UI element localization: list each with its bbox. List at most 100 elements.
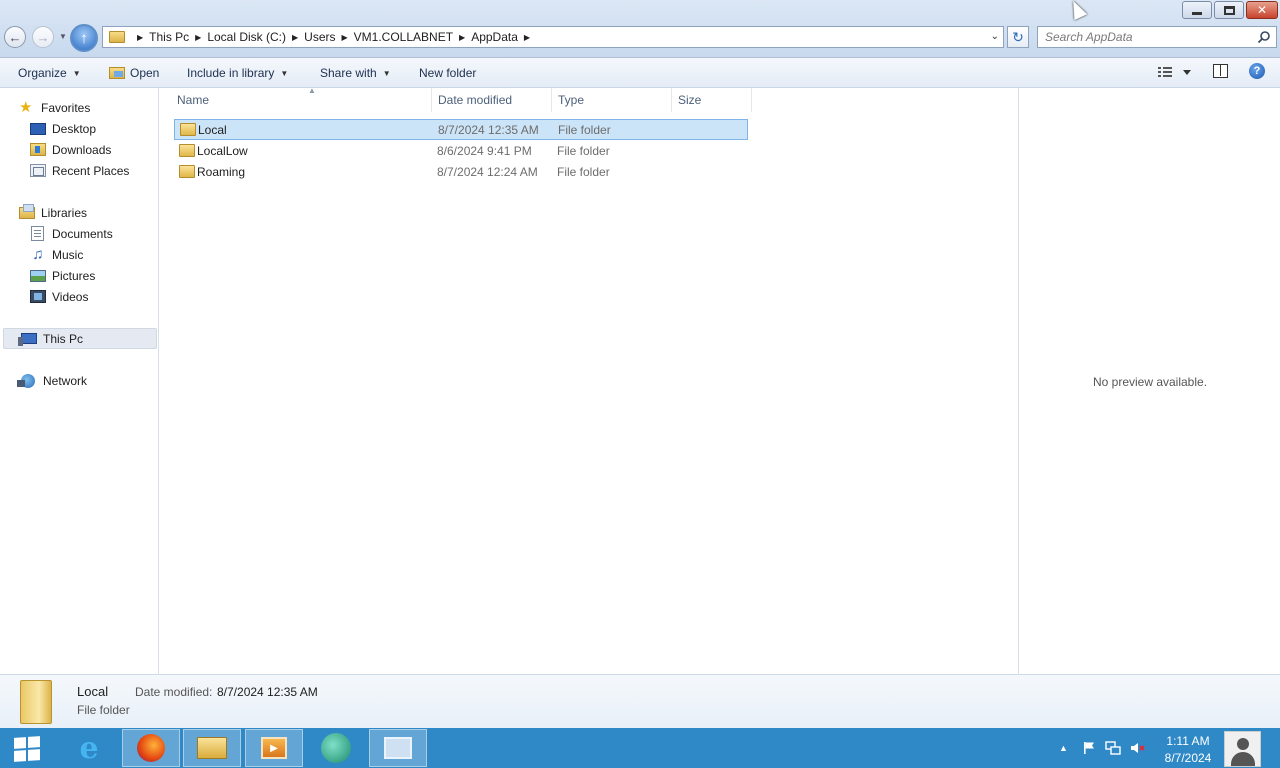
window-controls: ✕ (1182, 1, 1278, 19)
folder-icon (20, 680, 52, 724)
organize-label: Organize (18, 66, 67, 80)
close-button[interactable]: ✕ (1246, 1, 1278, 19)
back-button[interactable]: ← (4, 26, 26, 48)
details-name: Local (77, 684, 109, 699)
nav-this-pc[interactable]: This Pc (3, 328, 157, 349)
clock-time: 1:11 AM (1166, 734, 1210, 748)
search-icon[interactable] (1257, 30, 1271, 44)
help-icon[interactable]: ? (1249, 63, 1265, 79)
user-avatar[interactable] (1224, 731, 1261, 767)
table-row[interactable]: Roaming 8/7/2024 12:24 AM File folder (174, 161, 748, 182)
nav-music[interactable]: ♫ Music (30, 244, 83, 265)
taskbar-internet-explorer[interactable]: e (60, 729, 118, 767)
taskbar-clock[interactable]: 1:11 AM 8/7/2024 (1158, 733, 1218, 767)
nav-videos[interactable]: Videos (30, 286, 88, 307)
chevron-right-icon[interactable]: ▶ (195, 33, 201, 42)
new-folder-button[interactable]: New folder (419, 58, 476, 88)
computer-icon (18, 333, 37, 346)
chevron-right-icon[interactable]: ▶ (342, 33, 348, 42)
nav-pictures[interactable]: Pictures (30, 265, 95, 286)
nav-label: Pictures (52, 268, 96, 283)
organize-button[interactable]: Organize ▼ (18, 58, 81, 88)
arrow-left-icon: ← (8, 29, 22, 45)
change-view-icon[interactable] (1158, 66, 1192, 78)
taskbar-server-manager[interactable] (369, 729, 427, 767)
breadcrumb-users[interactable]: Users (304, 30, 335, 44)
server-manager-icon (384, 737, 412, 759)
column-label: Type (558, 93, 585, 107)
app-icon (321, 733, 351, 763)
restore-button[interactable] (1214, 1, 1244, 19)
start-button[interactable] (14, 736, 40, 762)
chevron-down-icon: ▼ (280, 68, 289, 78)
taskbar-file-explorer[interactable] (183, 729, 241, 767)
sort-up-icon: ▲ (308, 86, 316, 95)
open-label: Open (130, 66, 160, 80)
preview-pane: No preview available. (1018, 88, 1280, 674)
breadcrumb-appdata[interactable]: AppData (471, 30, 518, 44)
nav-network[interactable]: Network (17, 370, 87, 391)
column-header-date-modified[interactable]: Date modified (432, 88, 552, 112)
share-with-button[interactable]: Share with ▼ (320, 58, 391, 88)
column-label: Name (177, 93, 210, 107)
chevron-right-icon[interactable]: ▶ (524, 33, 530, 42)
restore-icon (1223, 5, 1235, 15)
taskbar: e ▶ ▲ 1:11 AM 8/7/2024 (0, 728, 1280, 768)
chevron-right-icon[interactable]: ▶ (459, 33, 465, 42)
action-center-icon[interactable] (1082, 728, 1096, 768)
taskbar-green-app[interactable] (307, 729, 365, 767)
recent-places-icon (30, 164, 46, 177)
recent-locations-button[interactable]: ▼ (58, 30, 68, 42)
address-dropdown-icon[interactable]: ⌄ (991, 31, 999, 42)
show-hidden-icons-button[interactable]: ▲ (1059, 728, 1068, 768)
nav-label: Recent Places (52, 163, 130, 178)
search-box[interactable] (1037, 26, 1277, 48)
close-icon: ✕ (1256, 3, 1268, 17)
nav-label: Documents (52, 226, 113, 241)
nav-documents[interactable]: Documents (30, 223, 113, 244)
nav-label: This Pc (43, 331, 84, 346)
breadcrumb-user[interactable]: VM1.COLLABNET (354, 30, 453, 44)
nav-desktop[interactable]: Desktop (30, 118, 96, 139)
network-tray-icon[interactable] (1105, 728, 1121, 768)
preview-pane-icon[interactable] (1213, 64, 1228, 78)
breadcrumb-this-pc[interactable]: This Pc (149, 30, 189, 44)
network-icon (17, 373, 35, 388)
file-name: LocalLow (197, 143, 248, 158)
nav-label: Videos (52, 289, 89, 304)
refresh-button[interactable]: ↻ (1007, 26, 1029, 48)
chevron-right-icon[interactable]: ▶ (292, 33, 298, 42)
folder-icon (109, 31, 125, 43)
forward-button[interactable]: → (32, 26, 54, 48)
nav-label: Desktop (52, 121, 97, 136)
media-player-icon: ▶ (261, 737, 287, 759)
table-row[interactable]: LocalLow 8/6/2024 9:41 PM File folder (174, 140, 748, 161)
pictures-icon (30, 269, 46, 282)
taskbar-firefox[interactable] (122, 729, 180, 767)
column-label: Size (678, 93, 702, 107)
open-button[interactable]: Open (109, 58, 159, 88)
include-in-library-button[interactable]: Include in library ▼ (187, 58, 288, 88)
nav-downloads[interactable]: Downloads (30, 139, 111, 160)
chevron-right-icon[interactable]: ▶ (137, 33, 143, 42)
file-name: Roaming (197, 164, 246, 179)
search-input[interactable] (1038, 27, 1248, 47)
up-button[interactable]: ↑ (70, 24, 98, 52)
column-header-type[interactable]: Type (552, 88, 672, 112)
breadcrumb-local-disk[interactable]: Local Disk (C:) (207, 30, 286, 44)
volume-muted-icon[interactable] (1130, 728, 1146, 768)
address-bar[interactable]: ▶ This Pc ▶ Local Disk (C:) ▶ Users ▶ VM… (102, 26, 1004, 48)
minimize-button[interactable] (1182, 1, 1212, 19)
details-date-label: Date modified: (135, 685, 213, 699)
table-row[interactable]: Local 8/7/2024 12:35 AM File folder (174, 119, 748, 140)
nav-recent-places[interactable]: Recent Places (30, 160, 129, 181)
column-header-size[interactable]: Size (672, 88, 752, 112)
arrow-right-icon: → (36, 29, 50, 45)
taskbar-media-player[interactable]: ▶ (245, 729, 303, 767)
chevron-down-icon: ▼ (59, 31, 67, 41)
file-explorer-icon (197, 737, 227, 759)
column-header-name[interactable]: ▲ Name (171, 86, 432, 112)
star-icon: ★ (19, 98, 33, 116)
nav-favorites[interactable]: ★ Favorites (19, 97, 90, 118)
nav-libraries[interactable]: Libraries (19, 202, 87, 223)
